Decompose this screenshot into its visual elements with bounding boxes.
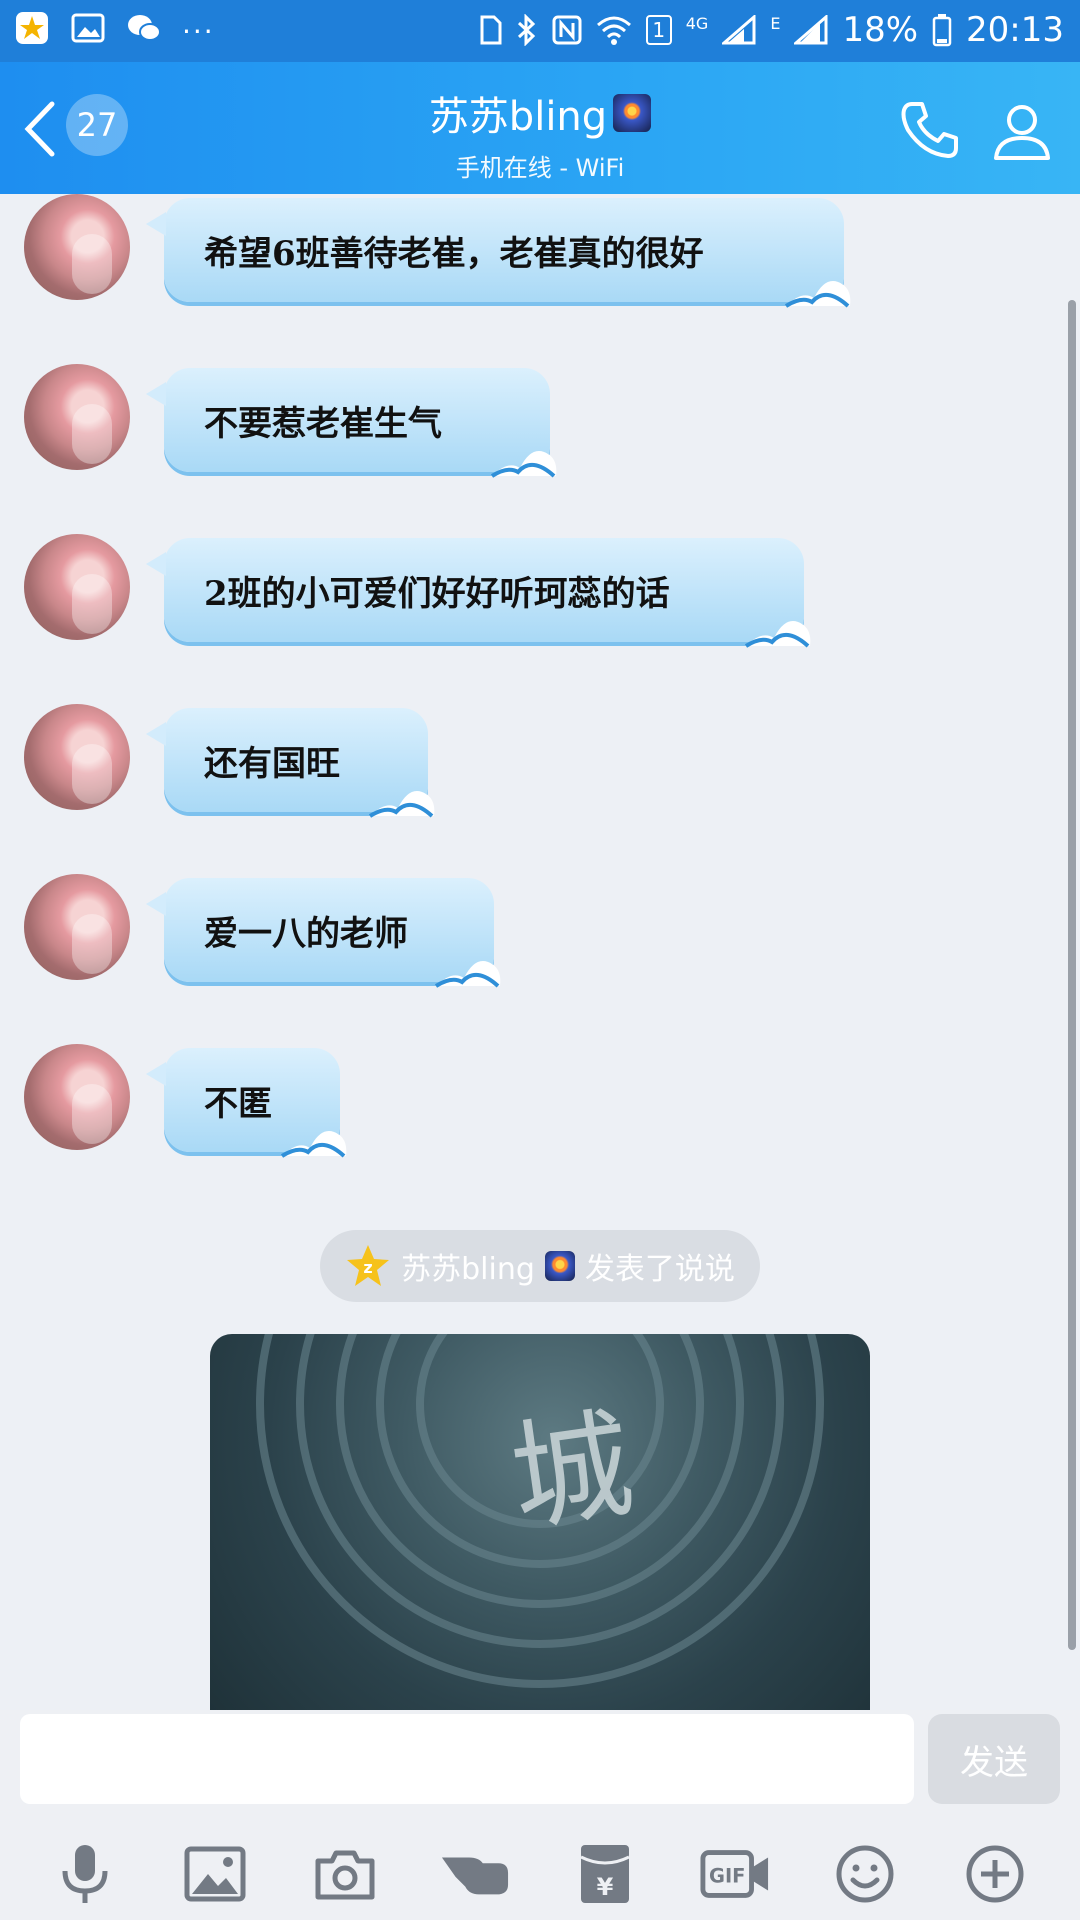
nfc-icon — [552, 15, 582, 45]
contact-title: 苏苏bling — [428, 84, 652, 142]
qzone-notification-icon — [14, 10, 50, 46]
more-button[interactable] — [960, 1839, 1030, 1909]
shared-post-image[interactable]: 城 — [210, 1334, 870, 1710]
scrollbar[interactable] — [1068, 300, 1076, 1650]
wifi-icon — [596, 16, 631, 45]
avatar[interactable] — [24, 874, 130, 980]
book-title: 城 — [502, 1395, 641, 1550]
composer-toolbar: ¥ GIF — [0, 1828, 1080, 1920]
avatar[interactable] — [24, 364, 130, 470]
notification-icons: ... — [14, 6, 215, 46]
gif-button[interactable]: GIF — [700, 1839, 770, 1909]
wave-decoration-icon — [280, 1131, 347, 1158]
signal-icon — [722, 15, 756, 45]
message-bubble[interactable]: 还有国旺 — [146, 708, 435, 818]
wave-decoration-icon — [784, 281, 851, 308]
qzone-post-notice[interactable]: z 苏苏bling 发表了说说 — [320, 1230, 760, 1302]
avatar[interactable] — [24, 194, 130, 300]
qzone-star-icon: z — [347, 1245, 390, 1286]
contact-name: 苏苏bling — [428, 94, 608, 140]
poke-icon — [441, 1857, 509, 1895]
network-type-2: E — [770, 13, 781, 33]
phone-icon — [901, 102, 958, 158]
firework-emoji-icon — [544, 1251, 575, 1281]
call-button[interactable] — [898, 98, 962, 162]
sim-slot-badge: 1 — [645, 15, 672, 45]
message-text: 还有国旺 — [204, 743, 340, 784]
battery-percent: 18% — [842, 10, 919, 50]
notice-action: 发表了说说 — [584, 1252, 735, 1287]
wave-decoration-icon — [744, 621, 811, 648]
firework-emoji-icon — [613, 94, 652, 132]
person-icon — [994, 105, 1050, 160]
message-text: 爱一八的老师 — [204, 913, 408, 954]
message-bubble[interactable]: 希望6班善待老崔，老崔真的很好 — [146, 198, 851, 308]
message-text: 希望6班善待老崔，老崔真的很好 — [204, 233, 704, 274]
notice-name: 苏苏bling — [401, 1252, 535, 1287]
plus-icon — [966, 1845, 1024, 1903]
message-text: 不要惹老崔生气 — [204, 403, 442, 444]
send-button[interactable]: 发送 — [928, 1714, 1060, 1804]
battery-icon — [932, 14, 952, 47]
message-bubble[interactable]: 2班的小可爱们好好听珂蕊的话 — [146, 538, 811, 648]
avatar[interactable] — [24, 534, 130, 640]
network-type: 4G — [685, 13, 709, 33]
gif-icon: GIF — [700, 1850, 769, 1898]
microphone-icon — [62, 1845, 108, 1903]
message-input[interactable] — [20, 1714, 914, 1804]
message-bubble[interactable]: 不匿 — [146, 1048, 347, 1158]
message-text: 2班的小可爱们好好听珂蕊的话 — [204, 573, 670, 614]
voice-button[interactable] — [50, 1839, 120, 1909]
emoji-icon — [836, 1845, 894, 1903]
photo-button[interactable] — [180, 1839, 250, 1909]
gallery-notification-icon — [70, 10, 106, 46]
wechat-notification-icon — [126, 10, 162, 46]
wave-decoration-icon — [434, 961, 501, 988]
red-envelope-icon: ¥ — [580, 1845, 630, 1903]
image-icon — [184, 1846, 246, 1902]
profile-button[interactable] — [990, 98, 1054, 162]
camera-icon — [315, 1850, 375, 1900]
message-bubble[interactable]: 爱一八的老师 — [146, 878, 501, 988]
composer: 发送 ¥ GIF — [0, 1710, 1080, 1920]
svg-text:GIF: GIF — [709, 1865, 745, 1888]
system-indicators: 1 4G E 18% 20:13 — [480, 10, 1064, 50]
status-bar: ... 1 4G E 18% 20:13 — [0, 0, 1080, 62]
wave-decoration-icon — [368, 791, 435, 818]
clock: 20:13 — [966, 10, 1064, 50]
red-envelope-button[interactable]: ¥ — [570, 1839, 640, 1909]
wave-decoration-icon — [490, 451, 557, 478]
bluetooth-icon — [517, 14, 535, 46]
emoji-button[interactable] — [830, 1839, 900, 1909]
poke-button[interactable] — [440, 1839, 510, 1909]
signal-icon-2 — [794, 15, 828, 45]
avatar[interactable] — [24, 704, 130, 810]
more-notifications: ... — [182, 6, 215, 40]
camera-button[interactable] — [310, 1839, 380, 1909]
avatar[interactable] — [24, 1044, 130, 1150]
chat-header: 27 苏苏bling 手机在线 - WiFi — [0, 62, 1080, 194]
sim-icon — [480, 15, 502, 45]
svg-text:¥: ¥ — [597, 1873, 614, 1901]
message-text: 不匿 — [204, 1083, 272, 1124]
message-bubble[interactable]: 不要惹老崔生气 — [146, 368, 557, 478]
svg-text:z: z — [363, 1258, 372, 1277]
